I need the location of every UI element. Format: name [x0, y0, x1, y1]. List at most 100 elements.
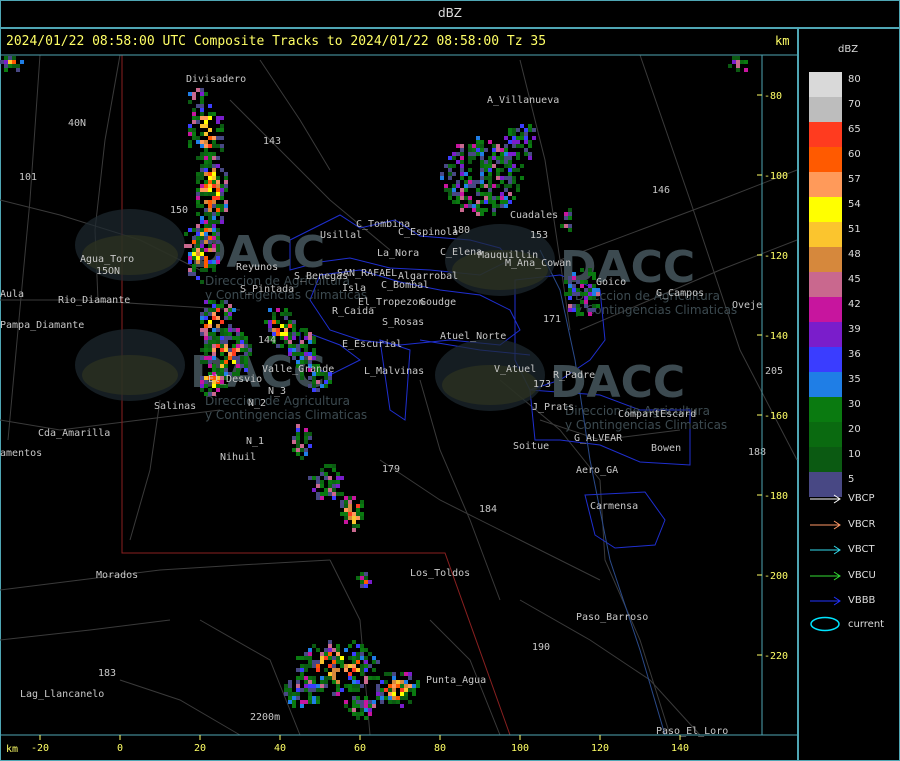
echo-pixel: [372, 660, 376, 664]
echo-pixel: [496, 148, 500, 152]
echo-pixel: [212, 348, 216, 352]
echo-pixel: [200, 100, 204, 104]
echo-pixel: [368, 704, 372, 708]
echo-pixel: [332, 680, 336, 684]
echo-pixel: [208, 324, 212, 328]
echo-pixel: [196, 248, 200, 252]
echo-pixel: [208, 308, 212, 312]
echo-pixel: [208, 176, 212, 180]
echo-pixel: [512, 168, 516, 172]
echo-pixel: [244, 344, 248, 348]
echo-pixel: [456, 192, 460, 196]
echo-pixel: [204, 180, 208, 184]
echo-pixel: [240, 364, 244, 368]
echo-pixel: [312, 336, 316, 340]
echo-pixel: [8, 60, 12, 64]
echo-pixel: [576, 308, 580, 312]
legend-swatch-65: [809, 122, 842, 147]
echo-pixel: [236, 348, 240, 352]
echo-pixel: [212, 220, 216, 224]
echo-pixel: [352, 516, 356, 520]
echo-pixel: [300, 352, 304, 356]
echo-pixel: [288, 696, 292, 700]
echo-pixel: [200, 176, 204, 180]
echo-pixel: [200, 252, 204, 256]
echo-pixel: [200, 104, 204, 108]
echo-pixel: [336, 648, 340, 652]
echo-pixel: [308, 700, 312, 704]
legend-label-57: 57: [848, 174, 861, 185]
echo-pixel: [200, 256, 204, 260]
radar-map[interactable]: DACCDireccion de Agriculturay Contingenc…: [0, 0, 798, 761]
echo-pixel: [320, 496, 324, 500]
echo-pixel: [456, 152, 460, 156]
echo-pixel: [348, 496, 352, 500]
echo-pixel: [288, 692, 292, 696]
echo-pixel: [304, 348, 308, 352]
echo-pixel: [304, 336, 308, 340]
echo-pixel: [400, 672, 404, 676]
echo-pixel: [372, 704, 376, 708]
echo-pixel: [212, 344, 216, 348]
echo-pixel: [296, 348, 300, 352]
echo-pixel: [296, 424, 300, 428]
road-line: [0, 619, 171, 641]
echo-pixel: [244, 352, 248, 356]
echo-pixel: [208, 364, 212, 368]
echo-pixel: [240, 344, 244, 348]
echo-pixel: [568, 304, 572, 308]
echo-pixel: [316, 476, 320, 480]
echo-pixel: [296, 688, 300, 692]
echo-pixel: [736, 68, 740, 72]
echo-pixel: [328, 492, 332, 496]
echo-pixel: [212, 260, 216, 264]
place-label: L_Malvinas: [364, 366, 424, 377]
echo-pixel: [336, 680, 340, 684]
echo-pixel: [328, 376, 332, 380]
echo-pixel: [292, 344, 296, 348]
echo-pixel: [312, 376, 316, 380]
place-label: Divisadero: [186, 74, 246, 85]
echo-pixel: [304, 652, 308, 656]
echo-pixel: [212, 192, 216, 196]
echo-pixel: [496, 176, 500, 180]
echo-pixel: [224, 204, 228, 208]
route-number: 40N: [68, 118, 86, 129]
echo-pixel: [352, 520, 356, 524]
echo-pixel: [192, 236, 196, 240]
echo-pixel: [224, 332, 228, 336]
echo-pixel: [524, 128, 528, 132]
echo-pixel: [528, 144, 532, 148]
echo-pixel: [400, 688, 404, 692]
place-label: V_Atuel: [494, 364, 536, 375]
echo-pixel: [360, 712, 364, 716]
echo-pixel: [272, 328, 276, 332]
echo-pixel: [216, 212, 220, 216]
x-tick-label: 120: [591, 743, 609, 754]
echo-pixel: [292, 692, 296, 696]
echo-pixel: [348, 708, 352, 712]
echo-pixel: [372, 676, 376, 680]
echo-pixel: [220, 368, 224, 372]
legend-label-48: 48: [848, 249, 861, 260]
echo-pixel: [228, 348, 232, 352]
route-number: 184: [479, 504, 497, 515]
echo-pixel: [352, 524, 356, 528]
echo-pixel: [308, 352, 312, 356]
echo-pixel: [356, 668, 360, 672]
echo-pixel: [196, 240, 200, 244]
echo-pixel: [296, 680, 300, 684]
echo-pixel: [348, 672, 352, 676]
echo-pixel: [736, 56, 740, 60]
echo-pixel: [392, 672, 396, 676]
echo-pixel: [312, 388, 316, 392]
route-number: 143: [263, 136, 281, 147]
echo-pixel: [472, 208, 476, 212]
echo-pixel: [244, 364, 248, 368]
echo-pixel: [212, 304, 216, 308]
echo-pixel: [492, 204, 496, 208]
echo-pixel: [488, 188, 492, 192]
echo-pixel: [404, 684, 408, 688]
echo-pixel: [296, 696, 300, 700]
legend-swatch-80: [809, 72, 842, 97]
